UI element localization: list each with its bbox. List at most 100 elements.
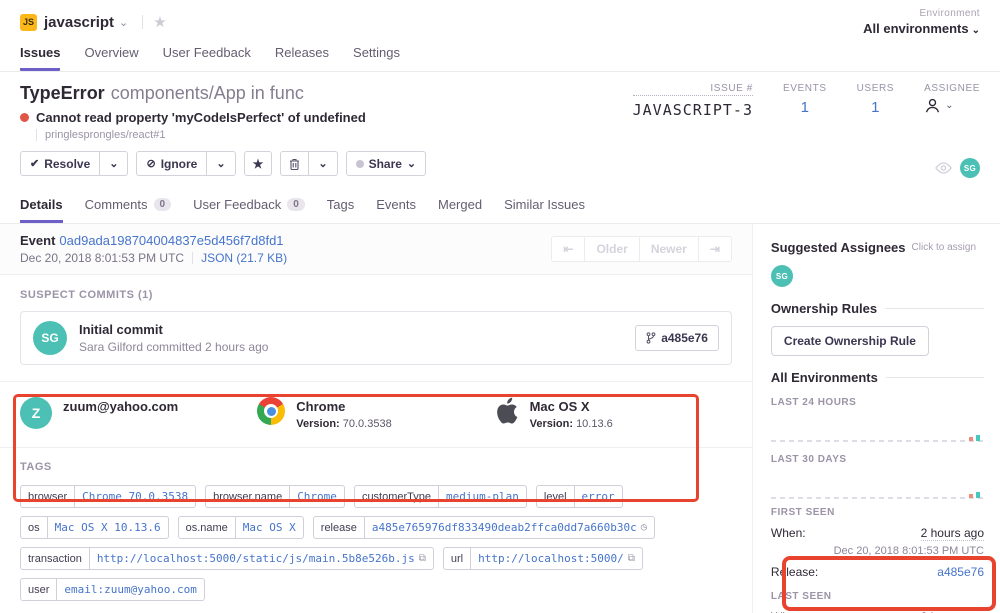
- spark-bar-red: [969, 437, 973, 441]
- create-ownership-rule-button[interactable]: Create Ownership Rule: [771, 326, 929, 356]
- event-context-row: Z zuum@yahoo.com Chrome Version: 70.0.35…: [0, 382, 752, 448]
- users-label: USERS: [857, 83, 894, 94]
- environment-select[interactable]: All environments⌄: [863, 21, 980, 36]
- nav-tab-issues[interactable]: Issues: [20, 45, 60, 71]
- tab-tags[interactable]: Tags: [327, 190, 354, 223]
- event-toolbar: Event0ad9ada198704004837e5d456f7d8fd1 De…: [0, 224, 752, 275]
- ownership-rules-title: Ownership Rules: [771, 301, 877, 316]
- delete-dropdown-button[interactable]: ⌄: [309, 151, 337, 176]
- events-count-link[interactable]: 1: [783, 99, 827, 116]
- delete-button[interactable]: [280, 151, 309, 176]
- context-os: Mac OS X Version: 10.13.6: [495, 397, 732, 430]
- viewer-avatar[interactable]: SG: [960, 158, 980, 178]
- commit-card: SG Initial commit Sara Gilford committed…: [20, 311, 732, 365]
- tag-list: browserChrome 70.0.3538 browser.nameChro…: [20, 485, 720, 601]
- first-seen-release-link[interactable]: a485e76: [937, 565, 984, 579]
- trash-icon: [289, 158, 300, 170]
- issue-stats: ISSUE # JAVASCRIPT-3 EVENTS 1 USERS 1 AS…: [633, 83, 980, 119]
- error-level-dot: [20, 113, 29, 122]
- nav-tab-overview[interactable]: Overview: [84, 45, 138, 71]
- share-button[interactable]: Share⌄: [346, 151, 427, 176]
- feedback-count-badge: 0: [287, 198, 305, 211]
- commit-meta: Sara Gilford committed 2 hours ago: [79, 340, 268, 354]
- clock-icon: ◷: [641, 522, 647, 533]
- context-user: Z zuum@yahoo.com: [20, 397, 257, 430]
- event-id-link[interactable]: 0ad9ada198704004837e5d456f7d8fd1: [59, 233, 283, 248]
- os-version-label: Version:: [530, 418, 573, 430]
- ignore-icon: ⊘: [146, 157, 155, 170]
- spark-bar-red: [969, 494, 973, 498]
- apple-icon: [495, 397, 519, 425]
- first-seen-label: FIRST SEEN: [771, 507, 984, 518]
- tag-user[interactable]: useremail:zuum@yahoo.com: [20, 578, 205, 601]
- tag-level[interactable]: levelerror: [536, 485, 623, 508]
- last-30-days-label: LAST 30 DAYS: [771, 454, 984, 465]
- event-date: Dec 20, 2018 8:01:53 PM UTC: [20, 251, 184, 265]
- ignore-dropdown-button[interactable]: ⌄: [207, 151, 235, 176]
- newer-event-button[interactable]: Newer: [640, 236, 699, 262]
- suggested-assignee-avatar[interactable]: SG: [771, 265, 793, 287]
- event-details-column: Event0ad9ada198704004837e5d456f7d8fd1 De…: [0, 224, 753, 613]
- resolve-button[interactable]: ✔Resolve: [20, 151, 100, 176]
- tag-customer-type[interactable]: customerTypemedium-plan: [354, 485, 527, 508]
- bookmark-star-icon[interactable]: ★: [153, 13, 166, 31]
- user-email: zuum@yahoo.com: [63, 399, 178, 414]
- tag-browser-name[interactable]: browser.nameChrome: [205, 485, 345, 508]
- project-name[interactable]: javascript: [44, 14, 114, 31]
- chevron-down-icon: ⌄: [972, 25, 980, 36]
- tag-os[interactable]: osMac OS X 10.13.6: [20, 516, 169, 539]
- tags-section: TAGS browserChrome 70.0.3538 browser.nam…: [0, 448, 752, 613]
- check-icon: ✔: [30, 157, 39, 170]
- user-avatar: Z: [20, 397, 52, 429]
- tab-merged[interactable]: Merged: [438, 190, 482, 223]
- issue-number: JAVASCRIPT-3: [633, 101, 753, 119]
- tab-similar-issues[interactable]: Similar Issues: [504, 190, 585, 223]
- last-event-button[interactable]: ⇥: [699, 236, 732, 262]
- issue-message: Cannot read property 'myCodeIsPerfect' o…: [36, 110, 366, 125]
- external-link-icon: ⧉: [419, 553, 426, 564]
- last-30-days-sparkline: [771, 469, 984, 499]
- chevron-down-icon: ⌄: [318, 157, 327, 170]
- chevron-down-icon: ⌄: [945, 100, 953, 111]
- star-button[interactable]: ★: [244, 151, 273, 176]
- top-bar: JS javascript ⌄ ★ Environment All enviro…: [0, 0, 1000, 72]
- chevron-down-icon: ⌄: [407, 157, 416, 170]
- older-event-button[interactable]: Older: [585, 236, 639, 262]
- tag-transaction[interactable]: transactionhttp://localhost:5000/static/…: [20, 547, 434, 570]
- browser-version: 70.0.3538: [343, 418, 392, 430]
- tag-release[interactable]: releasea485e765976df833490deab2ffca0dd7a…: [313, 516, 655, 539]
- issue-sidebar: Suggested AssigneesClick to assign SG Ow…: [753, 224, 1000, 613]
- resolve-dropdown-button[interactable]: ⌄: [100, 151, 128, 176]
- suspect-commits-section: SUSPECT COMMITS (1) SG Initial commit Sa…: [0, 275, 752, 382]
- tag-os-name[interactable]: os.nameMac OS X: [178, 516, 304, 539]
- tab-events[interactable]: Events: [376, 190, 416, 223]
- suggested-assignees-hint: Click to assign: [912, 242, 976, 253]
- branch-icon: [646, 332, 656, 344]
- chevron-down-icon: ⌄: [109, 157, 118, 170]
- commit-title: Initial commit: [79, 322, 268, 337]
- tag-url[interactable]: urlhttp://localhost:5000/⧉: [443, 547, 643, 570]
- events-label: EVENTS: [783, 83, 827, 94]
- commit-sha-button[interactable]: a485e76: [635, 325, 719, 351]
- tab-details[interactable]: Details: [20, 190, 63, 223]
- tab-user-feedback[interactable]: User Feedback0: [193, 190, 305, 223]
- chevron-down-icon[interactable]: ⌄: [119, 16, 128, 29]
- last-24-hours-label: LAST 24 HOURS: [771, 397, 984, 408]
- nav-tab-settings[interactable]: Settings: [353, 45, 400, 71]
- first-event-button[interactable]: ⇤: [551, 236, 585, 262]
- event-json-link[interactable]: JSON (21.7 KB): [201, 251, 287, 265]
- ignore-button[interactable]: ⊘Ignore: [136, 151, 207, 176]
- environment-label: Environment: [863, 8, 980, 19]
- nav-tab-releases[interactable]: Releases: [275, 45, 329, 71]
- tag-browser[interactable]: browserChrome 70.0.3538: [20, 485, 196, 508]
- issue-annotation[interactable]: pringlesprongles/react#1: [36, 129, 590, 141]
- nav-tab-user-feedback[interactable]: User Feedback: [163, 45, 251, 71]
- issue-title: TypeErrorcomponents/App in func: [20, 83, 590, 104]
- tags-title: TAGS: [20, 461, 732, 473]
- users-count-link[interactable]: 1: [857, 99, 894, 116]
- assignee-dropdown[interactable]: ⌄: [924, 98, 980, 113]
- tab-comments[interactable]: Comments0: [85, 190, 171, 223]
- browser-version-label: Version:: [296, 418, 339, 430]
- suspect-commits-title: SUSPECT COMMITS (1): [20, 289, 732, 301]
- issue-number-label: ISSUE #: [633, 83, 753, 96]
